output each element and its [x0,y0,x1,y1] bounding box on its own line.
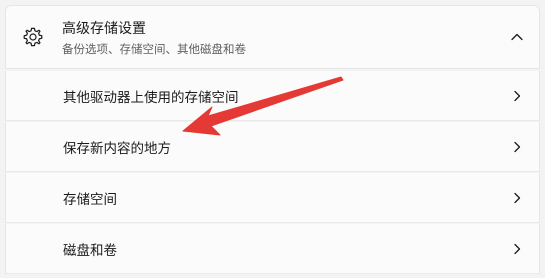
chevron-right-icon [514,90,521,102]
list-item-other-drives-storage[interactable]: 其他驱动器上使用的存储空间 [5,71,540,121]
chevron-up-icon[interactable] [510,30,524,44]
section-title: 高级存储设置 [62,21,146,37]
advanced-storage-settings-header[interactable]: 高级存储设置 备份选项、存储空间、其他磁盘和卷 [5,5,540,69]
list-item-save-new-content[interactable]: 保存新内容的地方 [5,122,540,172]
list-item-disks-volumes[interactable]: 磁盘和卷 [5,224,540,274]
list-item-label: 存储空间 [63,192,117,208]
list-item-label: 保存新内容的地方 [63,141,171,157]
list-item-label: 其他驱动器上使用的存储空间 [63,90,239,106]
list-item-storage-spaces[interactable]: 存储空间 [5,173,540,223]
chevron-right-icon [514,141,521,153]
advanced-storage-panel: 高级存储设置 备份选项、存储空间、其他磁盘和卷 其他驱动器上使用的存储空间 保存… [5,5,540,274]
chevron-right-icon [514,243,521,255]
chevron-right-icon [514,192,521,204]
list-item-label: 磁盘和卷 [63,243,117,259]
gear-icon [23,27,43,47]
section-subtitle: 备份选项、存储空间、其他磁盘和卷 [62,42,246,56]
